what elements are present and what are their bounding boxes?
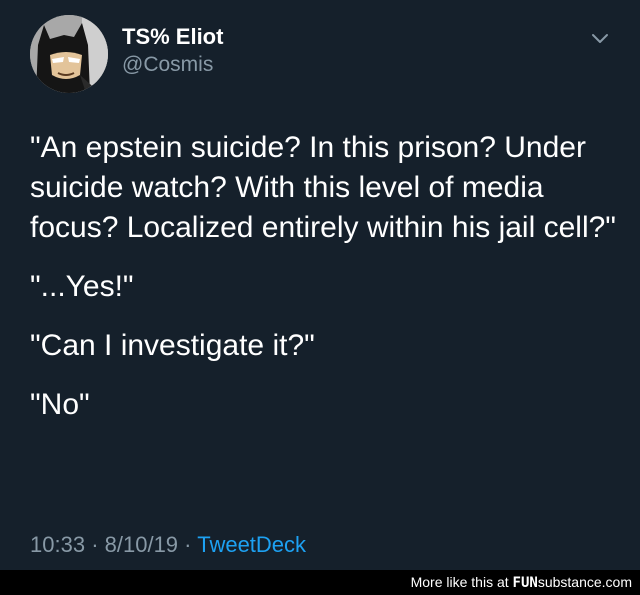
avatar[interactable] — [30, 15, 108, 93]
author-display-name[interactable]: TS% Eliot — [122, 24, 223, 50]
batman-cartoon-avatar-icon — [30, 15, 108, 93]
tweet-paragraph: "Can I investigate it?" — [30, 329, 315, 362]
watermark-text[interactable]: More like this at FUNsubstance.com — [411, 574, 632, 591]
tweet-date[interactable]: 8/10/19 — [105, 532, 178, 557]
watermark-brand-tld: .com — [601, 574, 632, 590]
tweet-card: TS% Eliot @Cosmis "An epstein suicide? I… — [0, 0, 640, 570]
tweet-source-link[interactable]: TweetDeck — [197, 532, 306, 557]
chevron-down-icon[interactable] — [590, 32, 610, 46]
watermark-brand-suffix: substance — [537, 574, 602, 590]
watermark-brand-prefix: FUN — [512, 575, 538, 591]
tweet-author: TS% Eliot @Cosmis — [122, 24, 223, 78]
author-handle[interactable]: @Cosmis — [122, 52, 223, 78]
tweet-paragraph: "An epstein suicide? In this prison? Und… — [30, 131, 616, 244]
tweet-paragraph: "...Yes!" — [30, 270, 134, 303]
meta-separator: · — [91, 532, 99, 557]
tweet-metadata: 10:33 · 8/10/19 · TweetDeck — [30, 532, 306, 558]
tweet-paragraph: "No" — [30, 388, 90, 421]
tweet-time[interactable]: 10:33 — [30, 532, 85, 557]
tweet-text: "An epstein suicide? In this prison? Und… — [30, 128, 620, 444]
watermark-caption: More like this at — [410, 574, 509, 590]
meta-separator: · — [184, 532, 192, 557]
watermark-footer: More like this at FUNsubstance.com — [0, 570, 640, 595]
